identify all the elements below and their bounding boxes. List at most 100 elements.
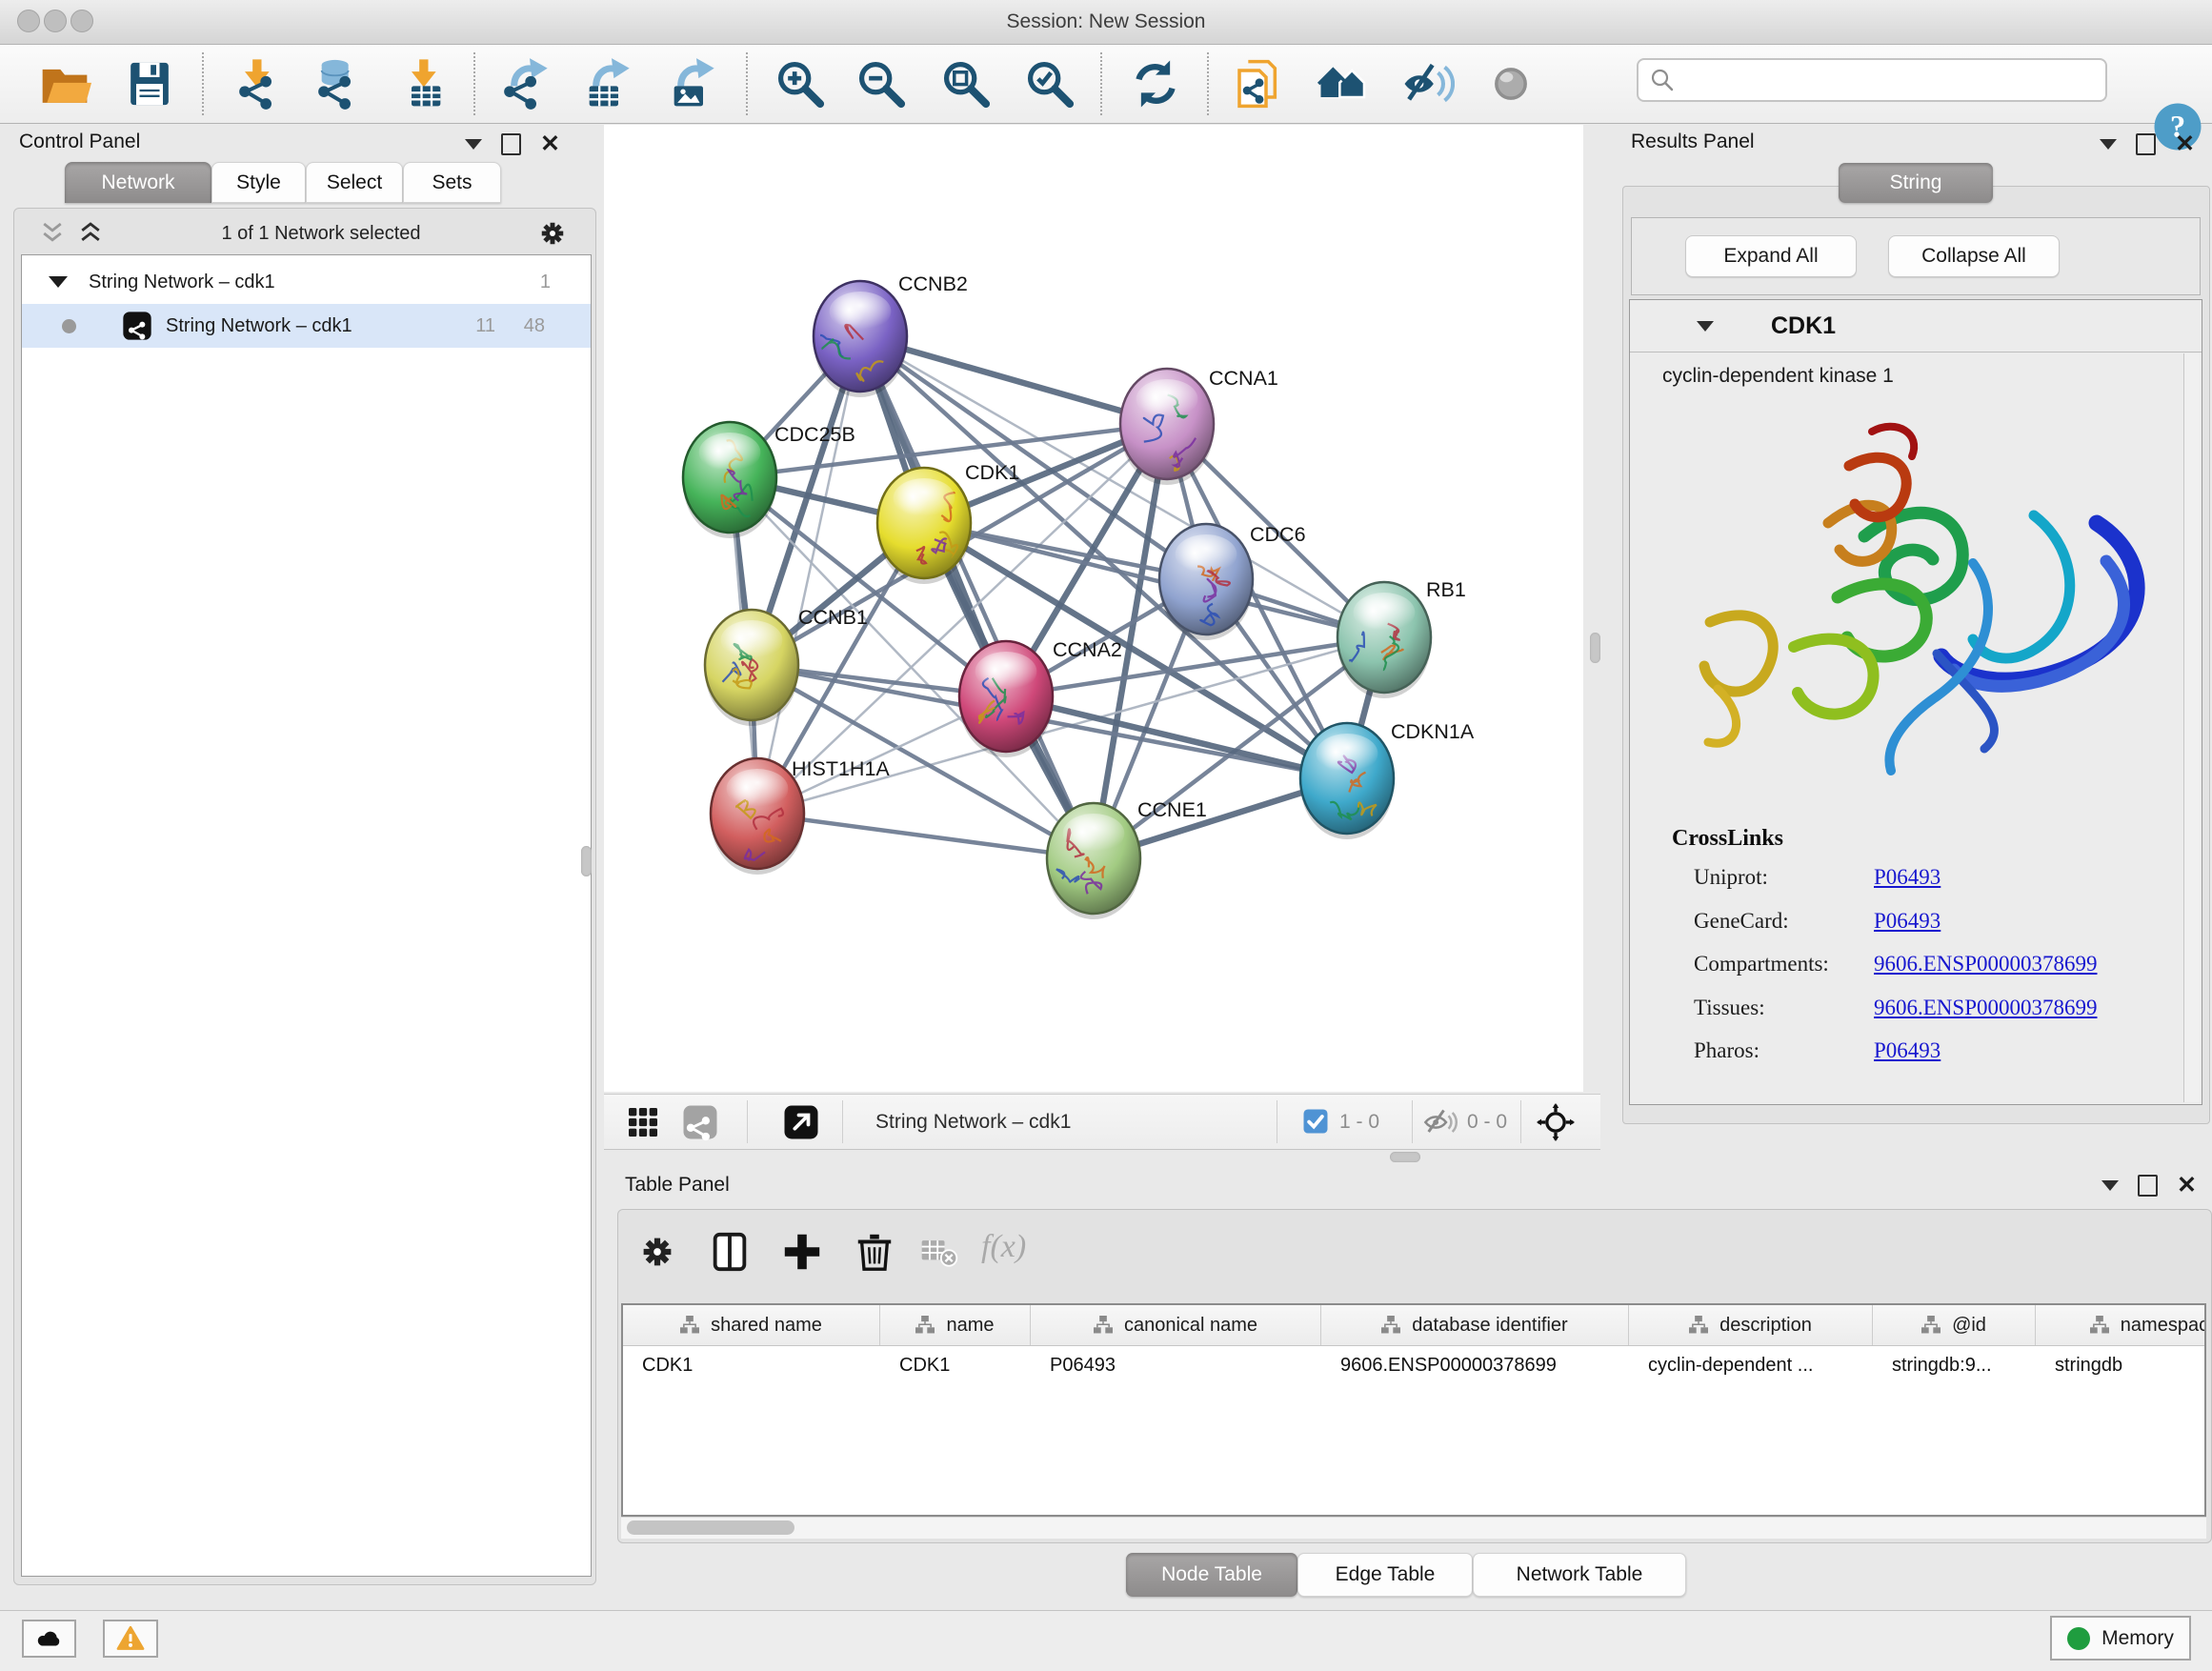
table-cell[interactable]: stringdb [2036, 1345, 2206, 1385]
expand-all-networks-icon[interactable] [74, 219, 107, 248]
close-panel-icon[interactable]: ✕ [2175, 132, 2195, 156]
panel-menu-icon[interactable] [2101, 1180, 2119, 1191]
node-RB1[interactable] [1337, 582, 1431, 698]
table-cell[interactable]: stringdb:9... [1873, 1345, 2036, 1385]
zoom-in-icon[interactable] [771, 55, 830, 112]
show-columns-icon[interactable] [705, 1227, 754, 1277]
collapse-all-button[interactable]: Collapse All [1888, 235, 2060, 277]
crosslink-link[interactable]: P06493 [1874, 865, 1941, 890]
node-CDC25B[interactable] [683, 422, 776, 538]
network-row-selected[interactable]: String Network – cdk1 11 48 [22, 304, 591, 348]
hide-graphics-details-icon[interactable] [1398, 55, 1458, 112]
delete-column-icon[interactable] [850, 1227, 899, 1277]
expand-all-button[interactable]: Expand All [1685, 235, 1857, 277]
homes-icon[interactable] [1315, 55, 1374, 112]
column-header-namespace[interactable]: namespace [2036, 1305, 2206, 1345]
export-network-icon[interactable] [493, 55, 553, 112]
float-panel-icon[interactable] [501, 133, 521, 155]
edge-CCNB2-CCNE1[interactable] [860, 336, 1094, 858]
tab-edge-table[interactable]: Edge Table [1297, 1553, 1473, 1597]
crosslink-link[interactable]: P06493 [1874, 1038, 1941, 1063]
network-collection-row[interactable]: String Network – cdk1 1 [22, 260, 591, 304]
column-header-database-identifier[interactable]: database identifier [1321, 1305, 1629, 1345]
column-header-canonical-name[interactable]: canonical name [1031, 1305, 1321, 1345]
tab-select[interactable]: Select [306, 162, 403, 203]
column-header-name[interactable]: name [880, 1305, 1031, 1345]
crosslink-link[interactable]: 9606.ENSP00000378699 [1874, 952, 2098, 976]
export-image-icon[interactable] [660, 55, 719, 112]
table-row[interactable]: CDK1CDK1P064939606.ENSP00000378699cyclin… [623, 1345, 2206, 1385]
memory-button[interactable]: Memory [2050, 1616, 2191, 1661]
tab-style[interactable]: Style [211, 162, 306, 203]
edge-HIST1H1A-CCNE1[interactable] [757, 814, 1094, 858]
bottom-splitter-handle[interactable] [1390, 1152, 1420, 1162]
column-header-id[interactable]: @id [1873, 1305, 2036, 1345]
node-CDK1[interactable] [877, 468, 971, 584]
tab-node-table[interactable]: Node Table [1126, 1553, 1297, 1597]
float-panel-icon[interactable] [2138, 1175, 2158, 1197]
node-HIST1H1A[interactable] [711, 758, 804, 875]
panel-menu-icon[interactable] [2100, 139, 2117, 150]
collection-expand-icon[interactable] [49, 276, 68, 288]
tab-string[interactable]: String [1839, 163, 1993, 203]
protein-card-header[interactable]: CDK1 [1630, 300, 2202, 352]
zoom-fit-icon[interactable] [936, 55, 995, 112]
left-splitter-handle[interactable] [581, 846, 592, 876]
collapse-all-networks-icon[interactable] [36, 219, 69, 248]
collapse-entry-icon[interactable] [1697, 321, 1714, 332]
float-panel-icon[interactable] [2136, 133, 2156, 155]
network-options-gear-icon[interactable] [535, 216, 570, 251]
search-input[interactable] [1677, 62, 2105, 98]
cloud-status-button[interactable] [22, 1620, 76, 1658]
update-network-icon[interactable] [1126, 55, 1185, 112]
crosslink-link[interactable]: P06493 [1874, 909, 1941, 934]
scrollbar-thumb[interactable] [627, 1520, 794, 1535]
node-table[interactable]: shared name name canonical name database… [621, 1303, 2206, 1517]
string-query-icon[interactable] [1230, 55, 1289, 112]
table-cell[interactable]: CDK1 [880, 1345, 1031, 1385]
network-canvas[interactable]: CCNB2 CCNA1 CDC25B CDK1 CDC6 RB1 CCNB1 C… [604, 125, 1583, 1092]
birdseye-grid-icon[interactable] [623, 1102, 663, 1142]
right-splitter-handle[interactable] [1590, 633, 1600, 663]
close-panel-icon[interactable]: ✕ [540, 132, 560, 156]
node-CCNE1[interactable] [1047, 803, 1140, 919]
tab-network[interactable]: Network [65, 162, 211, 203]
add-column-icon[interactable] [777, 1227, 827, 1277]
table-options-gear-icon[interactable] [633, 1227, 682, 1277]
node-CCNA2[interactable] [959, 641, 1053, 757]
network-overview-icon[interactable] [680, 1102, 720, 1142]
show-graphics-details-icon[interactable] [1481, 55, 1540, 112]
detach-view-icon[interactable] [781, 1102, 821, 1142]
column-header-description[interactable]: description [1629, 1305, 1873, 1345]
hidden-eye-icon[interactable] [1421, 1102, 1461, 1142]
save-session-icon[interactable] [120, 55, 179, 112]
table-horizontal-scrollbar[interactable] [621, 1517, 2206, 1539]
zoom-selected-icon[interactable] [1020, 55, 1079, 112]
results-scrollbar[interactable] [2183, 353, 2200, 1102]
fit-selected-crosshair-icon[interactable] [1536, 1102, 1576, 1142]
table-cell[interactable]: 9606.ENSP00000378699 [1321, 1345, 1629, 1385]
zoom-out-icon[interactable] [852, 55, 911, 112]
tab-network-table[interactable]: Network Table [1473, 1553, 1686, 1597]
node-CCNA1[interactable] [1120, 369, 1214, 485]
node-CDKN1A[interactable] [1300, 723, 1394, 839]
panel-menu-icon[interactable] [465, 139, 482, 150]
open-session-icon[interactable] [35, 55, 94, 112]
node-CCNB1[interactable] [705, 610, 798, 726]
node-CCNB2[interactable] [813, 281, 907, 397]
export-table-icon[interactable] [575, 55, 634, 112]
table-cell[interactable]: cyclin-dependent ... [1629, 1345, 1873, 1385]
table-cell[interactable]: CDK1 [623, 1345, 880, 1385]
tab-sets[interactable]: Sets [403, 162, 501, 203]
crosslink-link[interactable]: 9606.ENSP00000378699 [1874, 996, 2098, 1020]
import-network-file-icon[interactable] [229, 55, 288, 112]
edge-CCNB2-HIST1H1A[interactable] [757, 336, 860, 814]
import-table-file-icon[interactable] [395, 55, 454, 112]
column-header-shared-name[interactable]: shared name [623, 1305, 880, 1345]
selected-checkbox-icon[interactable] [1301, 1107, 1330, 1136]
import-network-database-icon[interactable] [308, 55, 367, 112]
node-CDC6[interactable] [1159, 524, 1253, 640]
warnings-button[interactable] [103, 1620, 158, 1658]
table-cell[interactable]: P06493 [1031, 1345, 1321, 1385]
search-box[interactable] [1637, 58, 2107, 102]
